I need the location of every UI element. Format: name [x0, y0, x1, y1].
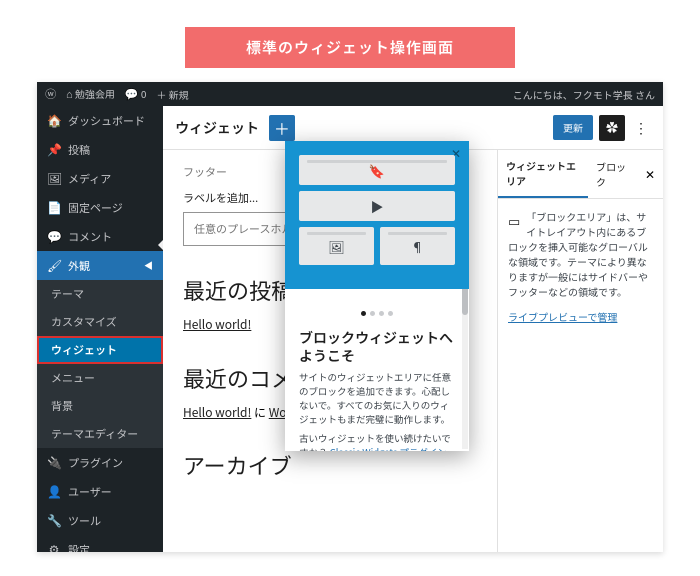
- comment-icon: 💬: [125, 86, 139, 102]
- play-icon: ▶: [370, 197, 383, 216]
- submenu-themes[interactable]: テーマ: [37, 280, 163, 308]
- settings-panel: ウィジェットエリア ブロック ✕ ▭ 「ブロックエリア」は、サイトレイアウト内に…: [497, 150, 663, 552]
- modal-title: ブロックウィジェットへようこそ: [299, 329, 455, 365]
- wp-admin-window: ⓦ ⌂ 勉強会用 💬 0 ＋ 新規 こんにちは、フクモト学長 さん 🏠 ダッシュボ…: [37, 82, 663, 552]
- menu-label: 設定: [68, 542, 90, 553]
- image-icon: 🖼: [328, 237, 345, 256]
- menu-posts[interactable]: 📌 投稿: [37, 135, 163, 164]
- modal-desc-1: サイトのウィジェットエリアに任意のブロックを追加できます。心配しないで。すべての…: [299, 371, 455, 426]
- menu-label: メディア: [68, 171, 111, 187]
- dot-4[interactable]: [388, 311, 393, 316]
- close-icon: ✕: [645, 166, 655, 183]
- area-description: 「ブロックエリア」は、サイトレイアウト内にあるブロックを挿入可能なグローバルな領…: [508, 209, 648, 299]
- more-options-button[interactable]: ⋮: [631, 115, 651, 141]
- settings-tabs: ウィジェットエリア ブロック ✕: [498, 150, 663, 199]
- plugin-icon: 🔌: [47, 454, 61, 471]
- menu-media[interactable]: 🖼 メディア: [37, 164, 163, 193]
- submenu-appearance: テーマ カスタマイズ ウィジェット メニュー 背景 テーマエディター: [37, 280, 163, 448]
- page-icon: 📄: [47, 199, 61, 216]
- tab-block[interactable]: ブロック: [588, 151, 637, 197]
- tile-paragraph: ¶: [380, 227, 455, 265]
- menu-label: 固定ページ: [68, 200, 123, 216]
- dot-3[interactable]: [379, 311, 384, 316]
- tile-play: ▶: [299, 191, 455, 221]
- menu-label: 投稿: [68, 142, 90, 158]
- modal-pager-dots[interactable]: [285, 289, 469, 329]
- comment-post-link[interactable]: Hello world!: [183, 404, 251, 421]
- dots-icon: ⋮: [634, 118, 648, 138]
- user-greeting[interactable]: こんにちは、フクモト学長 さん: [513, 87, 655, 102]
- menu-label: プラグイン: [68, 455, 123, 471]
- pin-icon: 📌: [47, 141, 61, 158]
- gear-icon: ⚙: [47, 541, 61, 552]
- tile-bookmark: 🔖: [299, 155, 455, 185]
- home-icon: ⌂: [66, 86, 73, 102]
- wp-logo-icon[interactable]: ⓦ: [45, 86, 56, 102]
- annotation-banner: 標準のウィジェット操作画面: [185, 27, 515, 68]
- modal-illustration: ✕ 🔖 ▶ 🖼 ¶: [285, 141, 469, 289]
- comment-icon: 💬: [47, 228, 61, 245]
- media-icon: 🖼: [47, 170, 61, 187]
- submenu-theme-editor[interactable]: テーマエディター: [37, 420, 163, 448]
- menu-label: ツール: [68, 513, 101, 529]
- submenu-menus[interactable]: メニュー: [37, 364, 163, 392]
- brush-icon: 🖌: [47, 257, 61, 274]
- menu-label: ダッシュボード: [68, 113, 145, 129]
- dashboard-icon: 🏠: [47, 112, 61, 129]
- modal-body: ブロックウィジェットへようこそ サイトのウィジェットエリアに任意のブロックを追加…: [285, 329, 469, 451]
- menu-tools[interactable]: 🔧 ツール: [37, 506, 163, 535]
- update-button[interactable]: 更新: [553, 115, 593, 140]
- menu-users[interactable]: 👤 ユーザー: [37, 477, 163, 506]
- comments-bubble[interactable]: 💬 0: [125, 86, 147, 102]
- new-content-link[interactable]: ＋ 新規: [156, 87, 188, 102]
- layout-icon: ▭: [508, 211, 520, 231]
- menu-settings[interactable]: ⚙ 設定: [37, 535, 163, 552]
- menu-pages[interactable]: 📄 固定ページ: [37, 193, 163, 222]
- tile-image: 🖼: [299, 227, 374, 265]
- menu-plugins[interactable]: 🔌 プラグイン: [37, 448, 163, 477]
- welcome-guide-modal: ✕ 🔖 ▶ 🖼 ¶ ブロックウィジェットへようこそ サイトのウィジェットエリアに…: [285, 141, 469, 451]
- settings-button[interactable]: ✿: [599, 115, 625, 141]
- live-preview-link[interactable]: ライブプレビューで管理: [508, 309, 653, 324]
- page-title: ウィジェット: [175, 118, 259, 138]
- site-home-link[interactable]: ⌂ 勉強会用: [66, 86, 115, 102]
- settings-body: ▭ 「ブロックエリア」は、サイトレイアウト内にあるブロックを挿入可能なグローバル…: [498, 199, 663, 334]
- site-name: 勉強会用: [75, 86, 115, 101]
- wrench-icon: 🔧: [47, 512, 61, 529]
- menu-appearance[interactable]: 🖌 外観 ◀: [37, 251, 163, 280]
- recent-post-link[interactable]: Hello world!: [183, 316, 251, 333]
- admin-toolbar: ⓦ ⌂ 勉強会用 💬 0 ＋ 新規 こんにちは、フクモト学長 さん: [37, 82, 663, 106]
- modal-desc-2: 古いウィジェットを使い続けたいですか？ Classic Widgets プラグイ…: [299, 432, 455, 451]
- menu-dashboard[interactable]: 🏠 ダッシュボード: [37, 106, 163, 135]
- gear-icon: ✿: [606, 119, 618, 136]
- menu-label: コメント: [68, 229, 112, 245]
- submenu-widgets[interactable]: ウィジェット: [37, 336, 163, 364]
- block-heading-archive[interactable]: アーカイブ: [183, 449, 477, 481]
- menu-comments[interactable]: 💬 コメント: [37, 222, 163, 251]
- tab-widget-area[interactable]: ウィジェットエリア: [498, 150, 588, 198]
- chevron-left-icon: ◀: [144, 259, 153, 272]
- add-block-button[interactable]: ＋: [269, 115, 295, 141]
- bookmark-icon: 🔖: [369, 161, 385, 180]
- submenu-background[interactable]: 背景: [37, 392, 163, 420]
- paragraph-icon: ¶: [411, 237, 424, 256]
- close-panel-button[interactable]: ✕: [637, 160, 663, 189]
- comments-count: 0: [141, 86, 147, 101]
- submenu-customize[interactable]: カスタマイズ: [37, 308, 163, 336]
- admin-menu: 🏠 ダッシュボード 📌 投稿 🖼 メディア 📄 固定ページ 💬 コメント 🖌 外観 ◀ テー…: [37, 106, 163, 552]
- plus-icon: ＋: [274, 116, 290, 140]
- user-icon: 👤: [47, 483, 61, 500]
- dot-1[interactable]: [361, 311, 366, 316]
- menu-label: 外観: [68, 258, 90, 274]
- menu-label: ユーザー: [68, 484, 112, 500]
- dot-2[interactable]: [370, 311, 375, 316]
